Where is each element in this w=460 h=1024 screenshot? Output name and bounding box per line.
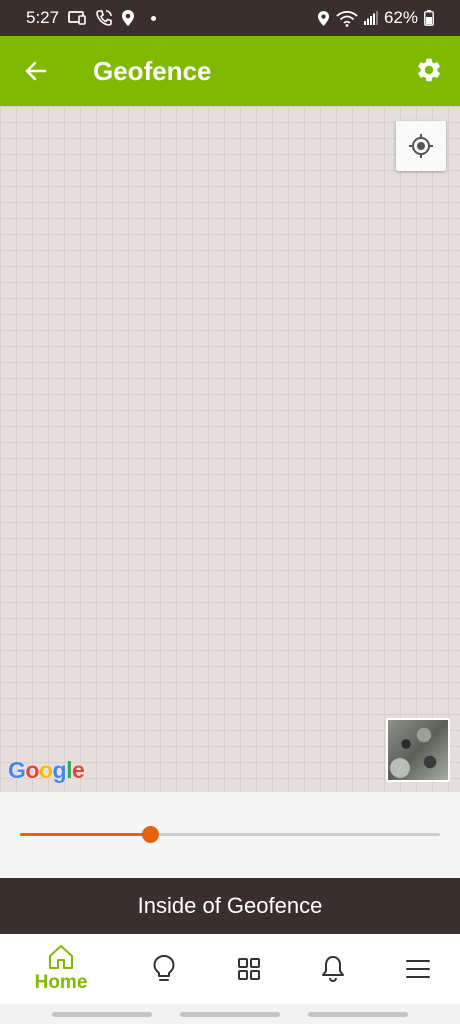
geofence-status-text: Inside of Geofence [137, 893, 323, 918]
gesture-pill [308, 1011, 408, 1017]
page-title: Geofence [93, 56, 212, 86]
cast-icon [67, 10, 87, 26]
location-pin-icon [121, 9, 135, 27]
nav-notifications[interactable] [291, 934, 376, 1004]
call-icon [95, 9, 113, 27]
slider-fill [20, 833, 151, 836]
wifi-icon [336, 10, 358, 27]
battery-level: 62% [383, 8, 418, 27]
app-bar: Geofence [0, 36, 460, 106]
gear-icon [418, 58, 440, 82]
settings-button[interactable] [414, 55, 444, 85]
geofence-status-banner: Inside of Geofence [0, 878, 460, 934]
radius-slider[interactable] [20, 826, 440, 843]
map-view[interactable]: Google [0, 106, 460, 792]
nav-devices[interactable] [207, 934, 292, 1004]
my-location-button[interactable] [396, 121, 446, 171]
status-bar: 5:27 62% [0, 0, 460, 36]
gesture-pill [52, 1011, 152, 1017]
menu-icon [405, 960, 430, 978]
battery-icon [424, 10, 434, 26]
slider-thumb[interactable] [142, 826, 160, 843]
lightbulb-icon [153, 955, 175, 981]
gesture-bar [0, 1004, 460, 1024]
nav-insights[interactable] [122, 934, 207, 1004]
crosshair-icon [409, 134, 433, 158]
status-right: 62% [317, 8, 434, 28]
grid-icon [237, 958, 260, 980]
bell-icon [322, 956, 345, 983]
signal-icon [363, 11, 378, 25]
satellite-toggle-button[interactable] [386, 718, 450, 782]
slider-panel [0, 792, 460, 878]
nav-menu[interactable] [376, 934, 460, 1004]
location-icon [317, 10, 330, 27]
home-icon [49, 945, 73, 969]
google-logo: Google [8, 757, 85, 783]
nav-home-label: Home [34, 972, 88, 993]
nav-home[interactable]: Home [0, 934, 122, 1004]
status-time: 5:27 [26, 8, 60, 27]
back-button[interactable] [22, 57, 50, 85]
notification-dot [151, 15, 157, 21]
bottom-nav: Home [0, 934, 460, 1004]
arrow-back-icon [25, 61, 47, 81]
gesture-pill [180, 1011, 280, 1017]
status-left: 5:27 [26, 8, 157, 28]
